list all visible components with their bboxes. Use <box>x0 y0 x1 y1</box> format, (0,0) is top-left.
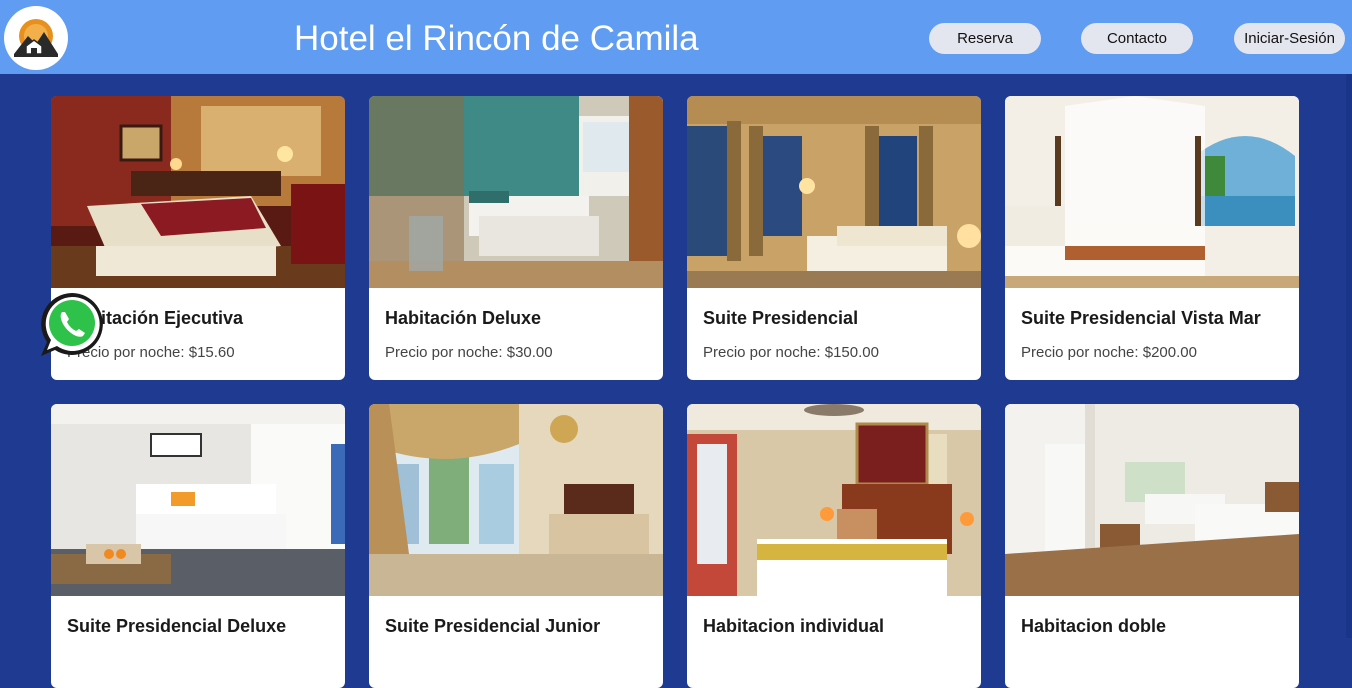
rooms-grid: Habitación Ejecutiva Precio por noche: $… <box>0 0 1352 688</box>
room-name: Suite Presidencial <box>703 308 859 328</box>
room-price: Precio por noche: $200.00 <box>1021 344 1197 361</box>
room-photo <box>51 404 345 596</box>
room-name: Habitación Deluxe <box>385 308 542 328</box>
room-card[interactable]: Suite Presidencial Junior <box>369 404 663 688</box>
room-card[interactable]: Suite Presidencial Vista Mar Precio por … <box>1005 96 1299 380</box>
room-photo <box>369 404 663 596</box>
room-name: Suite Presidencial Junior <box>385 616 601 636</box>
room-photo <box>687 404 981 596</box>
room-name: Habitacion doble <box>1021 616 1167 636</box>
room-card[interactable]: Habitación Deluxe Precio por noche: $30.… <box>369 96 663 380</box>
room-card[interactable]: Habitacion individual <box>687 404 981 688</box>
whatsapp-icon <box>41 293 103 356</box>
room-card[interactable]: Suite Presidencial Precio por noche: $15… <box>687 96 981 380</box>
room-name: Suite Presidencial Vista Mar <box>1021 308 1261 328</box>
room-card[interactable]: Suite Presidencial Deluxe <box>51 404 345 688</box>
whatsapp-button[interactable] <box>38 290 106 358</box>
room-photo <box>1005 96 1299 288</box>
room-name: Habitacion individual <box>703 616 885 636</box>
room-name: Suite Presidencial Deluxe <box>67 616 287 636</box>
room-photo <box>51 96 345 288</box>
room-photo <box>369 96 663 288</box>
room-card[interactable]: Habitacion doble <box>1005 404 1299 688</box>
room-photo <box>687 96 981 288</box>
room-price: Precio por noche: $150.00 <box>703 344 879 361</box>
scrollbar[interactable] <box>1346 74 1352 638</box>
room-price: Precio por noche: $30.00 <box>385 344 553 361</box>
room-photo <box>1005 404 1299 596</box>
